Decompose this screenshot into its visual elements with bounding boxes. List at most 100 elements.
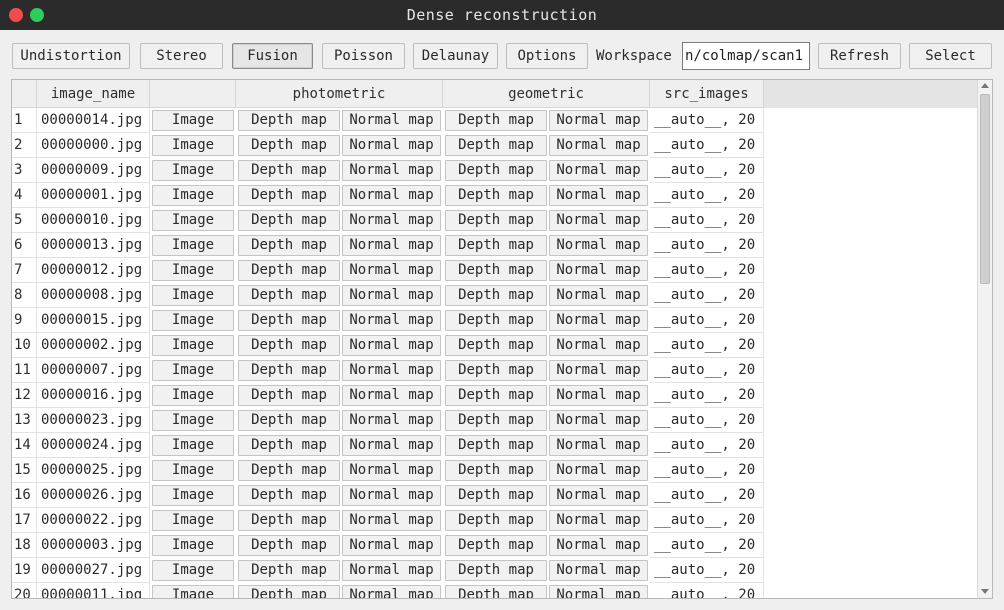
- table-row[interactable]: 20 00000011.jpg Image Depth map Normal map De…: [12, 583, 764, 598]
- scroll-up-arrow-icon[interactable]: [981, 83, 989, 88]
- src-images-cell[interactable]: __auto__, 20: [650, 358, 764, 383]
- photometric-normal-map-button[interactable]: Normal map: [342, 360, 441, 381]
- geometric-normal-map-button[interactable]: Normal map: [549, 435, 648, 456]
- table-row[interactable]: 10 00000002.jpg Image Depth map Normal map De…: [12, 333, 764, 358]
- table-row[interactable]: 19 00000027.jpg Image Depth map Normal map De…: [12, 558, 764, 583]
- src-images-cell[interactable]: __auto__, 20: [650, 333, 764, 358]
- workspace-path-field[interactable]: n/colmap/scan1: [682, 42, 810, 70]
- geometric-normal-map-button[interactable]: Normal map: [549, 210, 648, 231]
- image-name-cell[interactable]: 00000007.jpg: [37, 358, 150, 383]
- photometric-normal-map-button[interactable]: Normal map: [342, 485, 441, 506]
- photometric-normal-map-button[interactable]: Normal map: [342, 235, 441, 256]
- geometric-normal-map-button[interactable]: Normal map: [549, 260, 648, 281]
- geometric-normal-map-button[interactable]: Normal map: [549, 160, 648, 181]
- image-button[interactable]: Image: [152, 360, 234, 381]
- image-button[interactable]: Image: [152, 485, 234, 506]
- photometric-normal-map-button[interactable]: Normal map: [342, 110, 441, 131]
- geometric-depth-map-button[interactable]: Depth map: [445, 235, 547, 256]
- geometric-normal-map-button[interactable]: Normal map: [549, 185, 648, 206]
- geometric-normal-map-button[interactable]: Normal map: [549, 485, 648, 506]
- image-name-cell[interactable]: 00000000.jpg: [37, 133, 150, 158]
- geometric-depth-map-button[interactable]: Depth map: [445, 335, 547, 356]
- stereo-button[interactable]: Stereo: [140, 43, 223, 69]
- geometric-depth-map-button[interactable]: Depth map: [445, 310, 547, 331]
- photometric-normal-map-button[interactable]: Normal map: [342, 285, 441, 306]
- table-row[interactable]: 2 00000000.jpg Image Depth map Normal map Dep…: [12, 133, 764, 158]
- geometric-normal-map-button[interactable]: Normal map: [549, 585, 648, 598]
- table-row[interactable]: 4 00000001.jpg Image Depth map Normal map Dep…: [12, 183, 764, 208]
- photometric-depth-map-button[interactable]: Depth map: [238, 135, 340, 156]
- column-header-geometric[interactable]: geometric: [443, 80, 650, 108]
- image-button[interactable]: Image: [152, 110, 234, 131]
- fusion-button[interactable]: Fusion: [232, 43, 313, 69]
- src-images-cell[interactable]: __auto__, 20: [650, 133, 764, 158]
- geometric-normal-map-button[interactable]: Normal map: [549, 310, 648, 331]
- image-name-cell[interactable]: 00000008.jpg: [37, 283, 150, 308]
- image-button[interactable]: Image: [152, 210, 234, 231]
- geometric-depth-map-button[interactable]: Depth map: [445, 410, 547, 431]
- geometric-depth-map-button[interactable]: Depth map: [445, 110, 547, 131]
- geometric-normal-map-button[interactable]: Normal map: [549, 235, 648, 256]
- image-name-cell[interactable]: 00000025.jpg: [37, 458, 150, 483]
- photometric-normal-map-button[interactable]: Normal map: [342, 460, 441, 481]
- geometric-depth-map-button[interactable]: Depth map: [445, 185, 547, 206]
- undistortion-button[interactable]: Undistortion: [12, 43, 130, 69]
- table-row[interactable]: 3 00000009.jpg Image Depth map Normal map Dep…: [12, 158, 764, 183]
- image-button[interactable]: Image: [152, 310, 234, 331]
- src-images-cell[interactable]: __auto__, 20: [650, 483, 764, 508]
- image-button[interactable]: Image: [152, 335, 234, 356]
- photometric-depth-map-button[interactable]: Depth map: [238, 160, 340, 181]
- image-name-cell[interactable]: 00000016.jpg: [37, 383, 150, 408]
- image-name-cell[interactable]: 00000026.jpg: [37, 483, 150, 508]
- image-name-cell[interactable]: 00000022.jpg: [37, 508, 150, 533]
- geometric-normal-map-button[interactable]: Normal map: [549, 560, 648, 581]
- geometric-normal-map-button[interactable]: Normal map: [549, 110, 648, 131]
- photometric-normal-map-button[interactable]: Normal map: [342, 185, 441, 206]
- image-name-cell[interactable]: 00000023.jpg: [37, 408, 150, 433]
- geometric-depth-map-button[interactable]: Depth map: [445, 160, 547, 181]
- delaunay-button[interactable]: Delaunay: [413, 43, 498, 69]
- image-button[interactable]: Image: [152, 160, 234, 181]
- geometric-depth-map-button[interactable]: Depth map: [445, 535, 547, 556]
- column-header-src-images[interactable]: src_images: [650, 80, 764, 108]
- image-button[interactable]: Image: [152, 385, 234, 406]
- image-button[interactable]: Image: [152, 260, 234, 281]
- photometric-normal-map-button[interactable]: Normal map: [342, 135, 441, 156]
- geometric-normal-map-button[interactable]: Normal map: [549, 360, 648, 381]
- image-button[interactable]: Image: [152, 535, 234, 556]
- photometric-normal-map-button[interactable]: Normal map: [342, 160, 441, 181]
- src-images-cell[interactable]: __auto__, 20: [650, 283, 764, 308]
- src-images-cell[interactable]: __auto__, 20: [650, 583, 764, 598]
- photometric-depth-map-button[interactable]: Depth map: [238, 585, 340, 598]
- image-button[interactable]: Image: [152, 585, 234, 598]
- table-row[interactable]: 13 00000023.jpg Image Depth map Normal map De…: [12, 408, 764, 433]
- photometric-normal-map-button[interactable]: Normal map: [342, 335, 441, 356]
- image-name-cell[interactable]: 00000024.jpg: [37, 433, 150, 458]
- options-button[interactable]: Options: [506, 43, 588, 69]
- geometric-normal-map-button[interactable]: Normal map: [549, 385, 648, 406]
- geometric-normal-map-button[interactable]: Normal map: [549, 460, 648, 481]
- geometric-depth-map-button[interactable]: Depth map: [445, 435, 547, 456]
- src-images-cell[interactable]: __auto__, 20: [650, 458, 764, 483]
- image-name-cell[interactable]: 00000011.jpg: [37, 583, 150, 598]
- photometric-depth-map-button[interactable]: Depth map: [238, 210, 340, 231]
- geometric-depth-map-button[interactable]: Depth map: [445, 260, 547, 281]
- geometric-depth-map-button[interactable]: Depth map: [445, 210, 547, 231]
- photometric-depth-map-button[interactable]: Depth map: [238, 385, 340, 406]
- geometric-depth-map-button[interactable]: Depth map: [445, 510, 547, 531]
- table-row[interactable]: 1 00000014.jpg Image Depth map Normal map Dep…: [12, 108, 764, 133]
- column-header-photometric[interactable]: photometric: [236, 80, 443, 108]
- src-images-cell[interactable]: __auto__, 20: [650, 558, 764, 583]
- photometric-depth-map-button[interactable]: Depth map: [238, 435, 340, 456]
- table-row[interactable]: 6 00000013.jpg Image Depth map Normal map Dep…: [12, 233, 764, 258]
- geometric-depth-map-button[interactable]: Depth map: [445, 135, 547, 156]
- image-button[interactable]: Image: [152, 135, 234, 156]
- image-name-cell[interactable]: 00000010.jpg: [37, 208, 150, 233]
- src-images-cell[interactable]: __auto__, 20: [650, 158, 764, 183]
- geometric-normal-map-button[interactable]: Normal map: [549, 535, 648, 556]
- geometric-normal-map-button[interactable]: Normal map: [549, 335, 648, 356]
- poisson-button[interactable]: Poisson: [322, 43, 405, 69]
- src-images-cell[interactable]: __auto__, 20: [650, 108, 764, 133]
- image-button[interactable]: Image: [152, 510, 234, 531]
- column-header-image-name[interactable]: image_name: [37, 80, 150, 108]
